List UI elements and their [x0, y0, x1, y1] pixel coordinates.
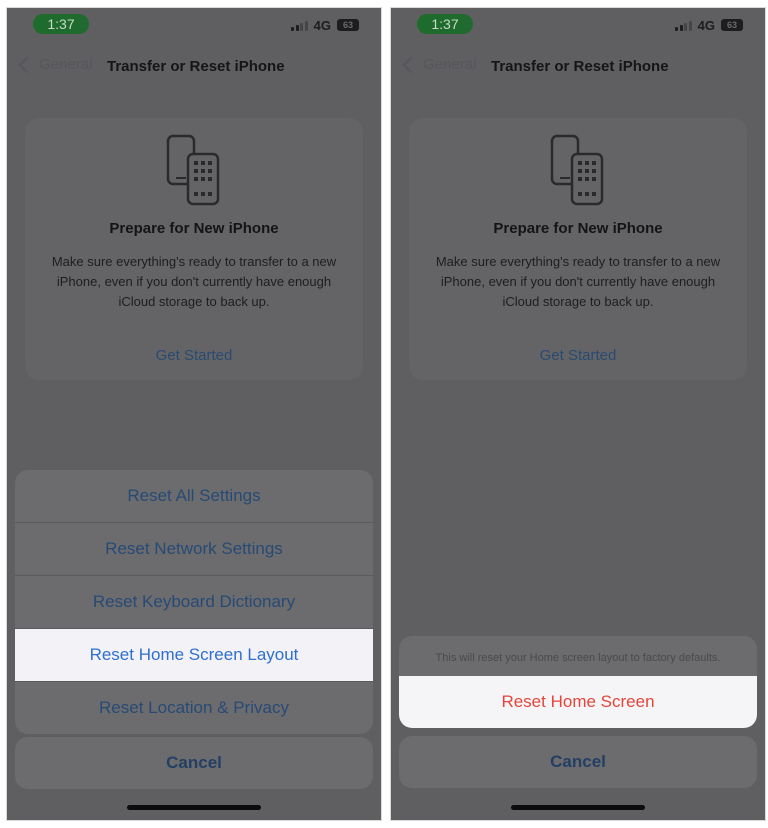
- back-button-label: General: [39, 56, 93, 73]
- page-title: Transfer or Reset iPhone: [107, 58, 285, 75]
- prepare-new-iphone-card: Prepare for New iPhone Make sure everyth…: [25, 118, 363, 380]
- battery-icon: 63: [337, 19, 359, 31]
- confirm-reset-sheet: This will reset your Home screen layout …: [399, 636, 757, 728]
- reset-home-screen-button[interactable]: Reset Home Screen: [399, 676, 757, 728]
- home-indicator[interactable]: [127, 805, 261, 810]
- navigation-bar: General Transfer or Reset iPhone: [7, 54, 381, 84]
- navigation-bar: General Transfer or Reset iPhone: [391, 54, 765, 84]
- status-indicators: 4G 63: [291, 17, 359, 33]
- cellular-signal-icon: [291, 20, 308, 31]
- reset-warning-message: This will reset your Home screen layout …: [435, 652, 721, 664]
- phone-screen-confirm-reset: 1:37 4G 63 General Transfer or Reset iPh…: [390, 7, 766, 821]
- chevron-left-icon: [402, 56, 420, 73]
- cellular-signal-icon: [675, 20, 692, 31]
- network-type: 4G: [313, 17, 331, 33]
- cancel-button[interactable]: Cancel: [15, 737, 373, 789]
- battery-icon: 63: [721, 19, 743, 31]
- card-title: Prepare for New iPhone: [109, 220, 279, 237]
- back-button[interactable]: General: [17, 56, 92, 73]
- card-description: Make sure everything's ready to transfer…: [435, 254, 721, 309]
- home-indicator[interactable]: [511, 805, 645, 810]
- reset-location-privacy-option[interactable]: Reset Location & Privacy: [15, 681, 373, 734]
- get-started-link[interactable]: Get Started: [409, 347, 747, 364]
- back-button-label: General: [423, 56, 477, 73]
- status-time: 1:37: [33, 14, 89, 34]
- reset-home-screen-layout-option[interactable]: Reset Home Screen Layout: [15, 628, 373, 681]
- reset-action-sheet: Reset All Settings Reset Network Setting…: [15, 470, 373, 734]
- reset-network-settings-option[interactable]: Reset Network Settings: [15, 522, 373, 575]
- card-title: Prepare for New iPhone: [493, 220, 663, 237]
- reset-keyboard-dictionary-option[interactable]: Reset Keyboard Dictionary: [15, 575, 373, 628]
- reset-all-settings-option[interactable]: Reset All Settings: [15, 470, 373, 522]
- phone-screen-reset-options: 1:37 4G 63 General Transfer or Reset iPh…: [6, 7, 382, 821]
- network-type: 4G: [697, 17, 715, 33]
- cancel-button[interactable]: Cancel: [399, 736, 757, 788]
- status-time: 1:37: [417, 14, 473, 34]
- get-started-link[interactable]: Get Started: [25, 347, 363, 364]
- card-description: Make sure everything's ready to transfer…: [51, 254, 337, 309]
- page-title: Transfer or Reset iPhone: [491, 58, 669, 75]
- status-indicators: 4G 63: [675, 17, 743, 33]
- comparison-stage: 1:37 4G 63 General Transfer or Reset iPh…: [0, 0, 768, 828]
- chevron-left-icon: [18, 56, 36, 73]
- back-button[interactable]: General: [401, 56, 476, 73]
- prepare-new-iphone-card: Prepare for New iPhone Make sure everyth…: [409, 118, 747, 380]
- two-phones-icon: [550, 134, 604, 206]
- two-phones-icon: [166, 134, 220, 206]
